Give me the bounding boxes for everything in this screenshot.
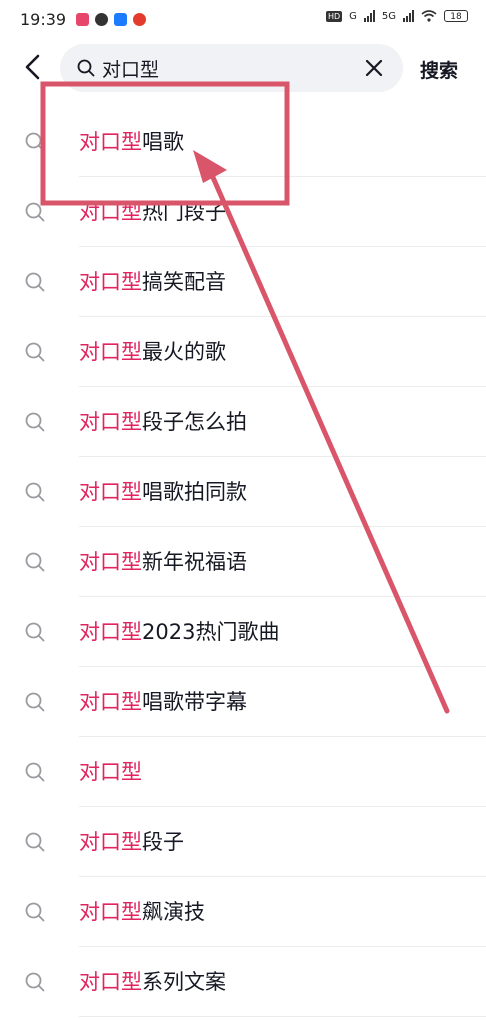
suggestion-item[interactable]: 对口型段子 [0, 807, 486, 877]
suggestion-rest: 2023热门歌曲 [142, 620, 280, 644]
signal-icon [363, 10, 375, 22]
search-icon [25, 482, 45, 502]
notification-icons [76, 12, 147, 26]
suggestion-rest: 段子 [142, 830, 184, 854]
signal-icon [403, 10, 414, 22]
search-icon [25, 832, 45, 852]
suggestion-highlight: 对口型 [79, 620, 142, 644]
suggestion-highlight: 对口型 [79, 550, 142, 574]
app-notification-icon [95, 12, 109, 26]
suggestion-text: 对口型段子怎么拍 [79, 408, 247, 436]
suggestion-highlight: 对口型 [79, 690, 142, 714]
suggestion-highlight: 对口型 [79, 410, 142, 434]
suggestion-text: 对口型唱歌带字幕 [79, 688, 247, 716]
suggestion-rest: 唱歌 [142, 130, 184, 154]
hd-badge: HD [325, 10, 343, 22]
suggestion-item[interactable]: 对口型飙演技 [0, 877, 486, 947]
suggestion-list: 对口型唱歌 对口型热门段子 对口型搞笑配音 对口型最火的歌 对口型段子怎么拍 对口型唱歌拍… [0, 107, 486, 1017]
search-icon [77, 59, 95, 77]
suggestion-item[interactable]: 对口型唱歌带字幕 [0, 667, 486, 737]
suggestion-rest: 段子怎么拍 [142, 410, 247, 434]
suggestion-rest: 热门段子 [142, 200, 226, 224]
suggestion-highlight: 对口型 [79, 900, 142, 924]
app-notification-icon [133, 12, 147, 26]
suggestion-item[interactable]: 对口型唱歌拍同款 [0, 457, 486, 527]
back-arrow-icon[interactable] [18, 52, 48, 82]
app-notification-icon [76, 12, 90, 26]
suggestion-text: 对口型热门段子 [79, 198, 226, 226]
search-icon [25, 692, 45, 712]
suggestion-item[interactable]: 对口型唱歌 [0, 107, 486, 177]
signal-5g-label: 5G [381, 10, 396, 22]
wifi-icon [421, 10, 437, 22]
search-icon [25, 972, 45, 992]
suggestion-item[interactable]: 对口型 [0, 737, 486, 807]
suggestion-highlight: 对口型 [79, 480, 142, 504]
suggestion-text: 对口型 [79, 758, 142, 786]
search-button[interactable]: 搜索 [420, 56, 458, 83]
suggestion-rest: 唱歌带字幕 [142, 690, 247, 714]
suggestion-item[interactable]: 对口型新年祝福语 [0, 527, 486, 597]
suggestion-text: 对口型唱歌 [79, 128, 184, 156]
status-bar: 19:39 HD G 5G 18 [0, 0, 486, 38]
search-icon [25, 902, 45, 922]
suggestion-highlight: 对口型 [79, 760, 142, 784]
search-icon [25, 272, 45, 292]
suggestion-highlight: 对口型 [79, 270, 142, 294]
suggestion-text: 对口型搞笑配音 [79, 268, 226, 296]
suggestion-rest: 搞笑配音 [142, 270, 226, 294]
suggestion-highlight: 对口型 [79, 970, 142, 994]
search-box[interactable] [60, 44, 403, 92]
divider [79, 1016, 486, 1017]
suggestion-item[interactable]: 对口型2023热门歌曲 [0, 597, 486, 667]
search-icon [25, 762, 45, 782]
battery-icon: 18 [444, 10, 468, 22]
suggestion-highlight: 对口型 [79, 130, 142, 154]
app-notification-icon [114, 12, 128, 26]
suggestion-text: 对口型2023热门歌曲 [79, 618, 279, 646]
search-header: 搜索 [0, 40, 486, 96]
search-icon [25, 622, 45, 642]
search-icon [25, 132, 45, 152]
search-icon [25, 202, 45, 222]
suggestion-rest: 唱歌拍同款 [142, 480, 247, 504]
search-icon [25, 412, 45, 432]
suggestion-highlight: 对口型 [79, 200, 142, 224]
search-input[interactable] [102, 57, 342, 79]
suggestion-text: 对口型唱歌拍同款 [79, 478, 247, 506]
suggestion-text: 对口型系列文案 [79, 968, 226, 996]
suggestion-rest: 新年祝福语 [142, 550, 247, 574]
suggestion-text: 对口型飙演技 [79, 898, 205, 926]
suggestion-text: 对口型新年祝福语 [79, 548, 247, 576]
search-icon [25, 552, 45, 572]
suggestion-item[interactable]: 对口型搞笑配音 [0, 247, 486, 317]
suggestion-item[interactable]: 对口型最火的歌 [0, 317, 486, 387]
suggestion-rest: 飙演技 [142, 900, 205, 924]
suggestion-text: 对口型最火的歌 [79, 338, 226, 366]
suggestion-highlight: 对口型 [79, 340, 142, 364]
suggestion-highlight: 对口型 [79, 830, 142, 854]
search-icon [25, 342, 45, 362]
suggestion-rest: 系列文案 [142, 970, 226, 994]
suggestion-item[interactable]: 对口型段子怎么拍 [0, 387, 486, 457]
suggestion-item[interactable]: 对口型系列文案 [0, 947, 486, 1017]
status-time: 19:39 [20, 9, 67, 29]
clear-icon[interactable] [363, 57, 385, 79]
suggestion-text: 对口型段子 [79, 828, 184, 856]
status-indicators: HD G 5G 18 [325, 10, 468, 22]
suggestion-rest: 最火的歌 [142, 340, 226, 364]
signal-g-label: G [349, 10, 357, 22]
suggestion-item[interactable]: 对口型热门段子 [0, 177, 486, 247]
